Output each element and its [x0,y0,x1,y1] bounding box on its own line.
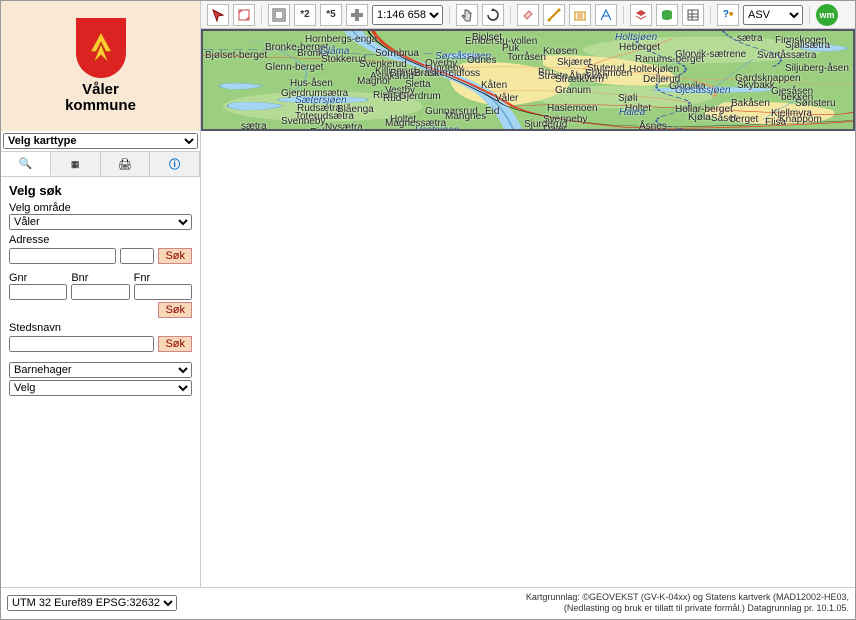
tool-zoom-5x[interactable]: *5 [320,4,342,26]
map-type-select[interactable]: Velg karttype [3,133,198,149]
tool-measure-icon[interactable] [543,4,565,26]
tool-zoom-2x[interactable]: *2 [294,4,316,26]
bnr-input[interactable] [71,284,129,300]
municipality-name-1: Våler [65,82,136,99]
category-select[interactable]: Barnehager [9,362,192,378]
tool-help-icon[interactable]: ?■ [717,4,739,26]
tool-coords-icon[interactable] [595,4,617,26]
fnr-label: Fnr [134,272,192,284]
coat-of-arms [76,18,126,78]
tool-select-icon[interactable] [207,4,229,26]
printer-icon: 🖨 [118,158,132,171]
layers-icon: ▦ [71,159,80,170]
fnr-input[interactable] [134,284,192,300]
tool-table-icon[interactable] [682,4,704,26]
asv-select[interactable]: ASV [743,5,803,25]
info-icon: ⓘ [169,156,180,172]
area-label: Velg område [9,202,192,214]
area-select[interactable]: Våler [9,214,192,230]
scale-select[interactable]: 1:146 658 [372,5,443,25]
velg-select[interactable]: Velg [9,380,192,396]
tool-eraser-icon[interactable] [517,4,539,26]
tool-hand-icon[interactable] [456,4,478,26]
address-input[interactable] [9,248,116,264]
tab-print[interactable]: 🖨 [101,152,151,176]
tab-layers[interactable]: ▦ [51,152,101,176]
stedsnavn-label: Stedsnavn [9,322,192,334]
municipality-logo-panel: Våler kommune [1,1,201,131]
tool-zoom-area-icon[interactable] [233,4,255,26]
tool-pan-icon[interactable] [346,4,368,26]
search-title: Velg søk [9,183,192,198]
address-nr-input[interactable] [120,248,155,264]
tool-refresh-icon[interactable] [482,4,504,26]
map-credits: Kartgrunnlag: ©GEOVEKST (GV-K-04xx) og S… [187,592,849,615]
address-label: Adresse [9,234,192,246]
sidebar: Velg karttype 🔍 ▦ 🖨 ⓘ Velg søk Velg områ… [1,131,201,587]
stedsnavn-input[interactable] [9,336,154,352]
tab-search[interactable]: 🔍 [1,152,51,176]
gnr-search-button[interactable]: Søk [158,302,192,318]
municipality-name-2: kommune [65,98,136,115]
tab-info[interactable]: ⓘ [150,152,200,176]
projection-select[interactable]: UTM 32 Euref89 EPSG:32632 [7,595,177,611]
tool-measure-area-icon[interactable] [569,4,591,26]
tool-zoom-extent-icon[interactable] [268,4,290,26]
bnr-label: Bnr [71,272,129,284]
magnifier-icon: 🔍 [19,157,33,170]
map-canvas[interactable]: Hornbergs-engaEmberstu-vollenBjolsetHolt… [201,29,855,131]
gnr-label: Gnr [9,272,67,284]
tool-data-icon[interactable] [656,4,678,26]
address-search-button[interactable]: Søk [158,248,192,264]
wm-button[interactable]: wm [816,4,838,26]
stedsnavn-search-button[interactable]: Søk [158,336,192,352]
main-toolbar: *2 *5 1:146 658 ?■ [201,1,855,29]
tool-layers-icon[interactable] [630,4,652,26]
gnr-input[interactable] [9,284,67,300]
